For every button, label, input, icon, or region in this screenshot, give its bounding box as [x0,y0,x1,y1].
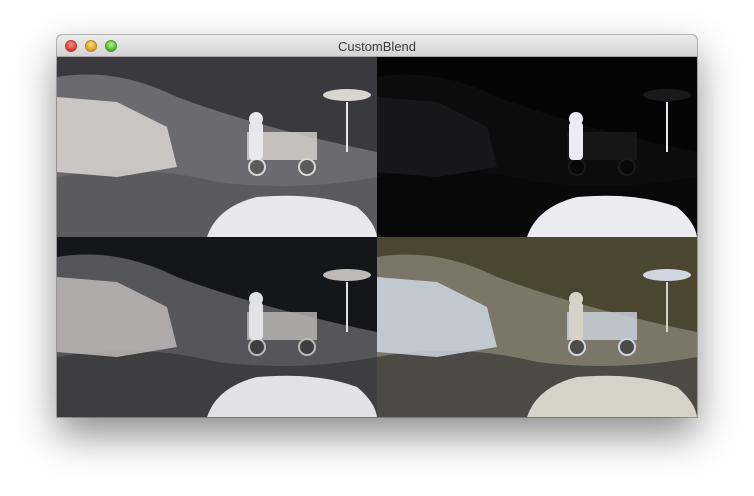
blend-pane-normal [57,57,377,237]
window-title: CustomBlend [337,39,417,54]
blend-canvas [57,57,697,417]
blend-pane-darkened [377,57,697,237]
lunar-scene-image [57,57,377,237]
blend-pane-multiply [57,237,377,417]
lunar-scene-image [377,57,697,237]
title-bar[interactable]: CustomBlend [57,35,697,57]
blend-pane-difference [377,237,697,417]
app-window: CustomBlend [57,35,697,417]
lunar-scene-image [377,237,697,417]
lunar-scene-image [57,237,377,417]
